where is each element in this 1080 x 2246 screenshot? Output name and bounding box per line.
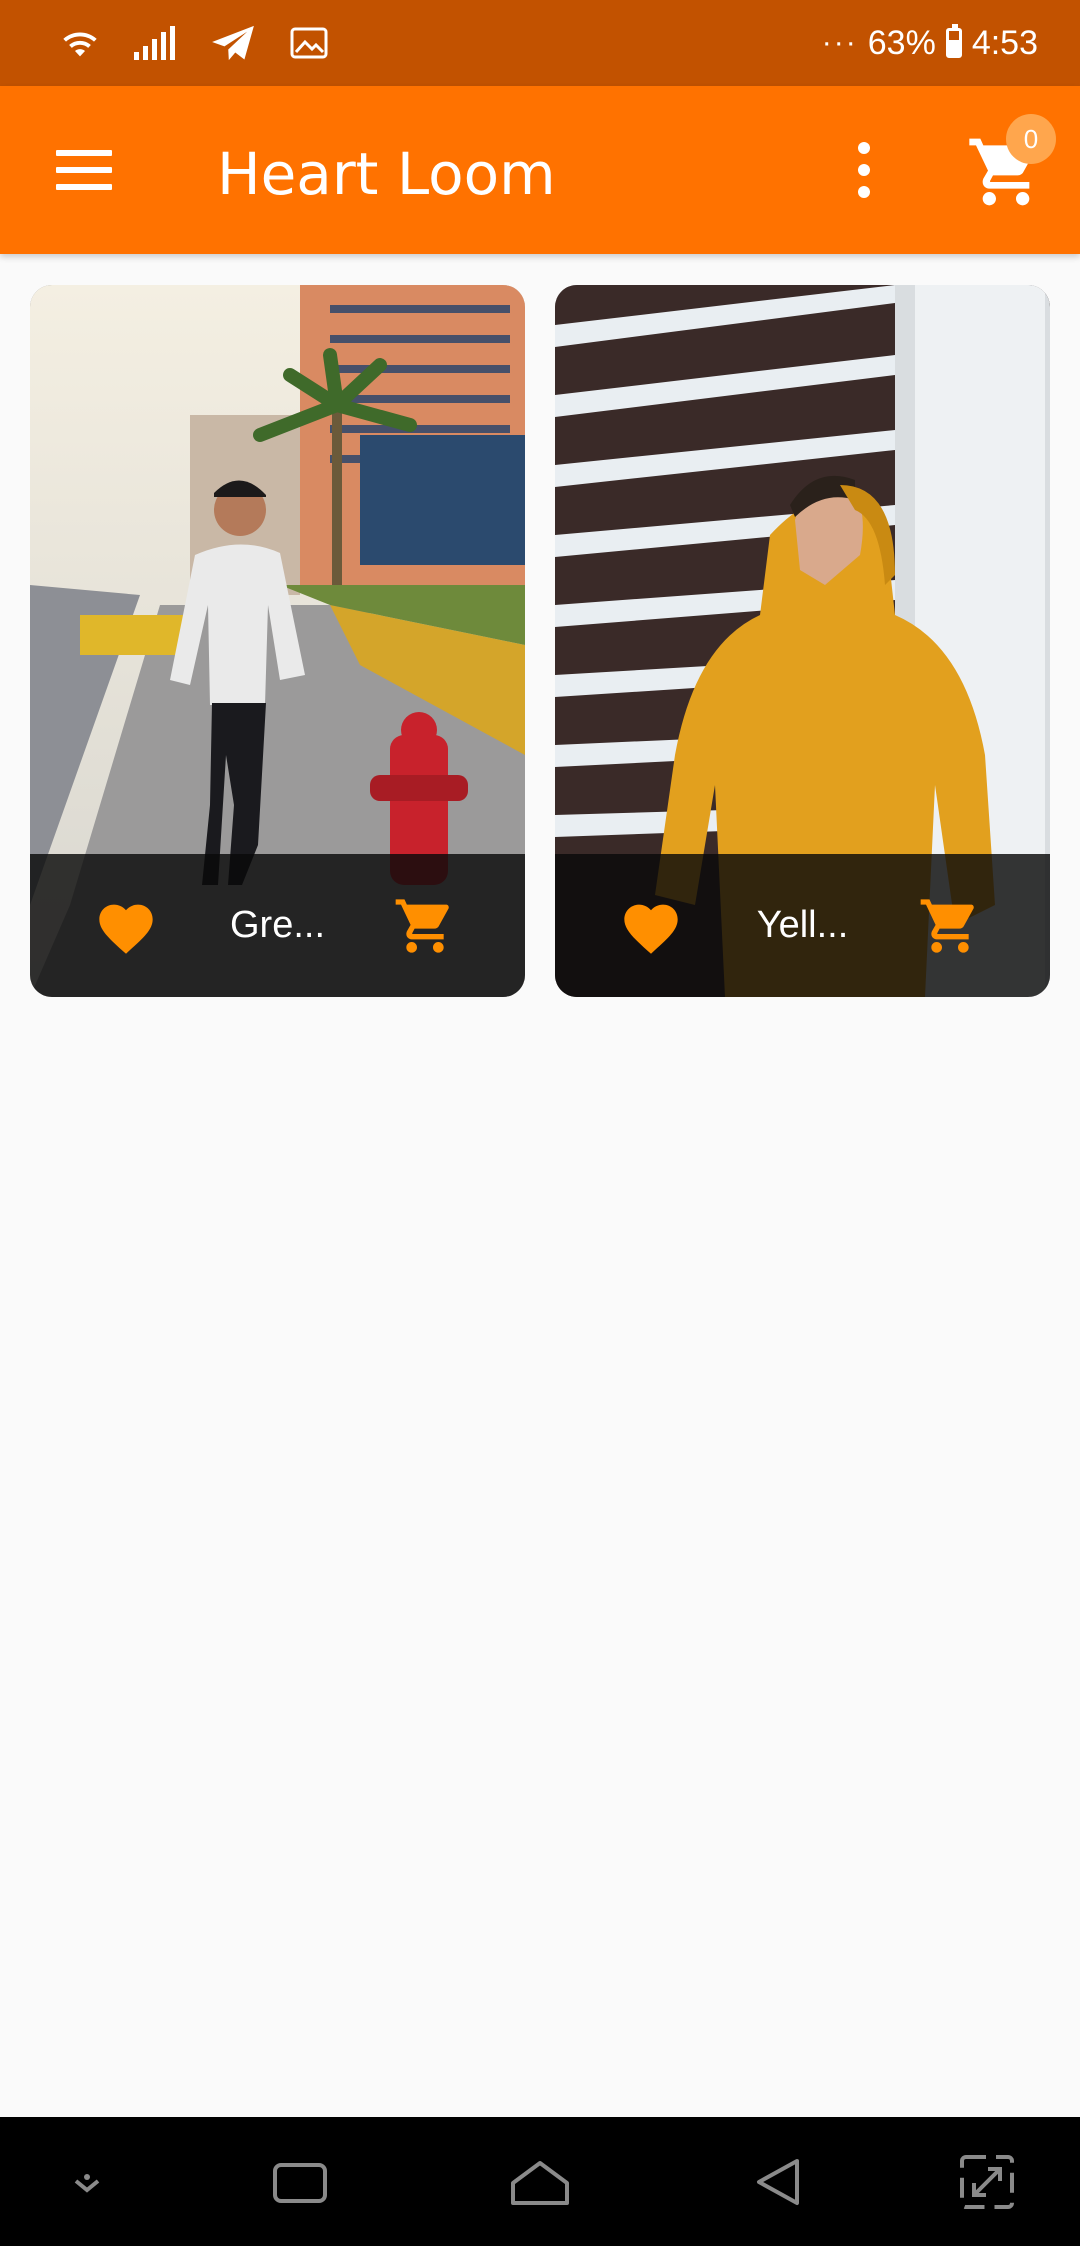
back-icon[interactable]	[745, 2147, 815, 2217]
product-card[interactable]: Yell...	[555, 285, 1050, 997]
product-card-footer: Gre...	[30, 854, 525, 997]
battery-percent: 63%	[867, 23, 936, 62]
signal-icon	[134, 26, 175, 60]
wifi-icon	[63, 32, 97, 57]
heart-icon[interactable]	[94, 896, 158, 956]
status-bar: ··· 63% 4:53	[0, 0, 1080, 86]
product-card[interactable]: Gre...	[30, 285, 525, 997]
more-vert-icon[interactable]	[836, 130, 892, 210]
cart-count-badge: 0	[1006, 114, 1056, 164]
hide-keyboard-icon[interactable]	[52, 2147, 122, 2217]
add-to-cart-icon[interactable]	[917, 894, 983, 958]
telegram-icon	[212, 25, 254, 61]
battery-icon	[945, 24, 962, 58]
heart-icon[interactable]	[619, 896, 683, 956]
system-nav-bar	[0, 2117, 1080, 2246]
status-icons-right: ··· 63% 4:53	[822, 24, 1038, 63]
product-card-footer: Yell...	[555, 854, 1050, 997]
clock: 4:53	[971, 23, 1038, 62]
product-name[interactable]: Gre...	[180, 854, 375, 997]
app-title: Heart Loom	[217, 140, 556, 208]
status-icons-left	[60, 23, 328, 63]
home-icon[interactable]	[505, 2147, 575, 2217]
more-notifications-icon: ···	[821, 26, 858, 59]
product-name[interactable]: Yell...	[705, 854, 900, 997]
image-icon	[290, 27, 328, 59]
app-bar: Heart Loom	[0, 86, 1080, 254]
recent-apps-icon[interactable]	[265, 2147, 335, 2217]
hamburger-menu-icon[interactable]	[44, 130, 124, 210]
add-to-cart-icon[interactable]	[392, 894, 458, 958]
screen-rotate-icon[interactable]	[952, 2147, 1022, 2217]
